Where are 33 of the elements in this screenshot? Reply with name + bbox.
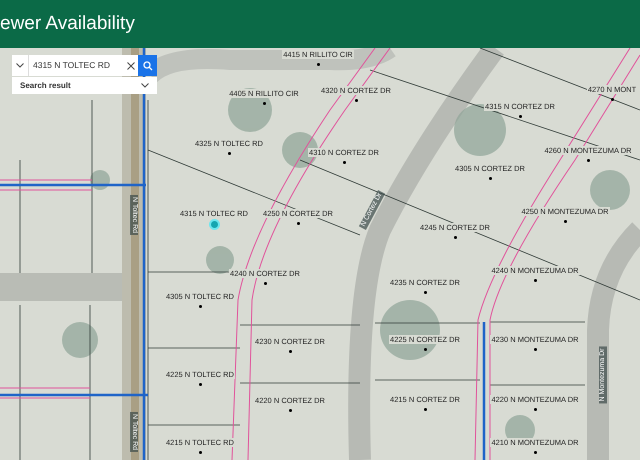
parcel-marker[interactable] bbox=[586, 159, 590, 162]
parcel-marker[interactable] bbox=[610, 98, 614, 101]
chevron-down-icon bbox=[141, 83, 149, 88]
parcel-marker[interactable] bbox=[534, 279, 536, 282]
parcel-marker[interactable] bbox=[198, 305, 202, 308]
parcel-marker[interactable] bbox=[264, 282, 266, 285]
parcel-marker[interactable] bbox=[342, 161, 346, 164]
parcel-marker[interactable] bbox=[316, 63, 320, 66]
selected-parcel-marker[interactable] bbox=[210, 221, 218, 228]
parcel-marker[interactable] bbox=[424, 408, 426, 411]
parcel-marker[interactable] bbox=[198, 383, 202, 386]
search-button[interactable] bbox=[138, 55, 157, 76]
parcel-marker[interactable] bbox=[296, 222, 300, 225]
parcel-marker[interactable] bbox=[564, 220, 566, 223]
parcel-marker[interactable] bbox=[198, 451, 202, 454]
app-title: ewer Availability bbox=[0, 12, 135, 36]
parcel-marker[interactable] bbox=[424, 348, 426, 351]
chevron-down-icon bbox=[16, 63, 24, 68]
parcel-marker[interactable] bbox=[518, 115, 522, 118]
parcel-marker[interactable] bbox=[288, 409, 292, 412]
close-icon bbox=[127, 62, 135, 70]
parcel-marker[interactable] bbox=[488, 177, 492, 180]
parcel-marker[interactable] bbox=[454, 236, 456, 239]
parcel-marker[interactable] bbox=[262, 102, 266, 105]
parcel-marker[interactable] bbox=[288, 350, 292, 353]
parcel-marker[interactable] bbox=[354, 99, 358, 102]
parcel-marker[interactable] bbox=[228, 152, 230, 155]
parcel-marker[interactable] bbox=[534, 348, 536, 351]
parcel-marker[interactable] bbox=[424, 291, 426, 294]
search-result-dropdown[interactable]: Search result bbox=[12, 77, 157, 94]
parcel-marker[interactable] bbox=[534, 408, 536, 411]
search-icon bbox=[142, 60, 152, 70]
parcel-marker[interactable] bbox=[534, 451, 536, 454]
